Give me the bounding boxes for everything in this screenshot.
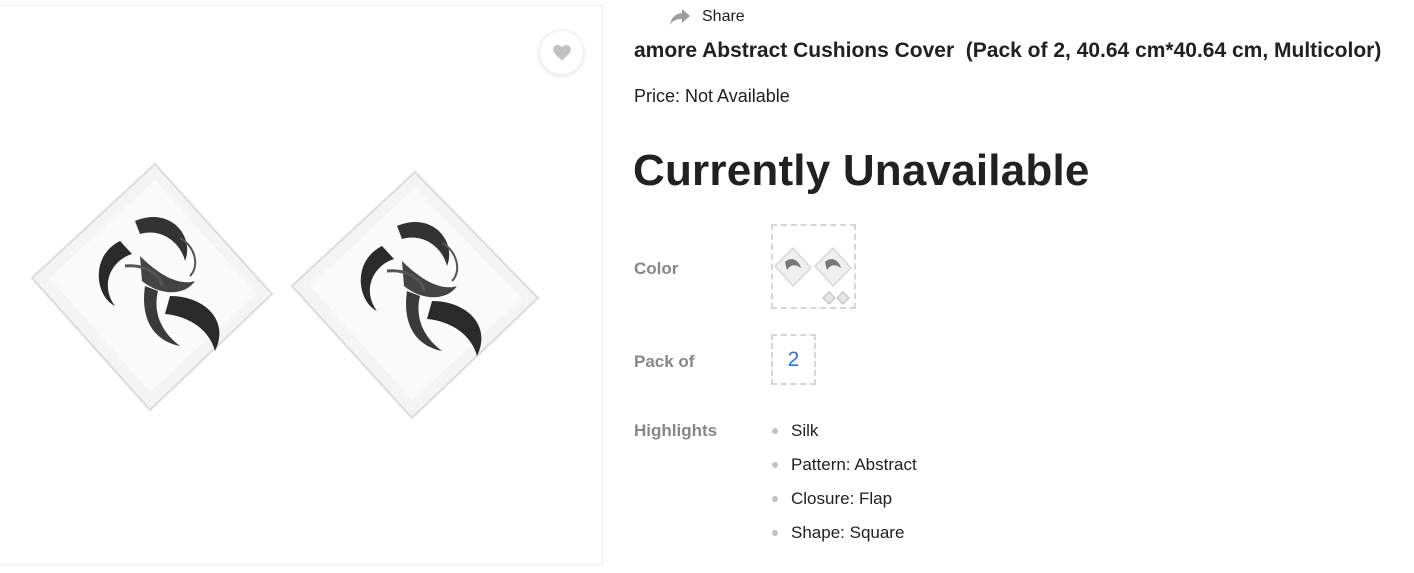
product-price: Price: Not Available bbox=[634, 86, 790, 106]
cushion-right-image bbox=[290, 170, 540, 420]
highlight-item: Silk bbox=[771, 420, 917, 454]
share-arrow-icon bbox=[670, 9, 690, 25]
highlight-item: Shape: Square bbox=[771, 522, 917, 556]
color-label: Color bbox=[634, 259, 679, 278]
availability-status: Currently Unavailable bbox=[633, 146, 1090, 195]
heart-icon bbox=[552, 44, 571, 61]
pack-of-label: Pack of bbox=[634, 352, 695, 371]
product-image[interactable] bbox=[20, 146, 560, 436]
color-swatch-multicolor[interactable] bbox=[771, 224, 856, 309]
highlights-label: Highlights bbox=[634, 421, 718, 440]
pack-of-option[interactable]: 2 bbox=[771, 334, 816, 385]
share-button[interactable]: Share bbox=[670, 6, 745, 28]
color-swatch-thumbnail bbox=[774, 247, 852, 305]
highlights-list: Silk Pattern: Abstract Closure: Flap Sha… bbox=[771, 420, 917, 556]
wishlist-button[interactable] bbox=[539, 30, 584, 75]
product-title: amore Abstract Cushions Cover (Pack of 2… bbox=[634, 39, 1382, 62]
share-label: Share bbox=[702, 8, 745, 25]
cushion-left-image bbox=[30, 162, 274, 412]
product-image-gallery bbox=[0, 5, 603, 565]
highlight-item: Pattern: Abstract bbox=[771, 454, 917, 488]
highlight-item: Closure: Flap bbox=[771, 488, 917, 522]
